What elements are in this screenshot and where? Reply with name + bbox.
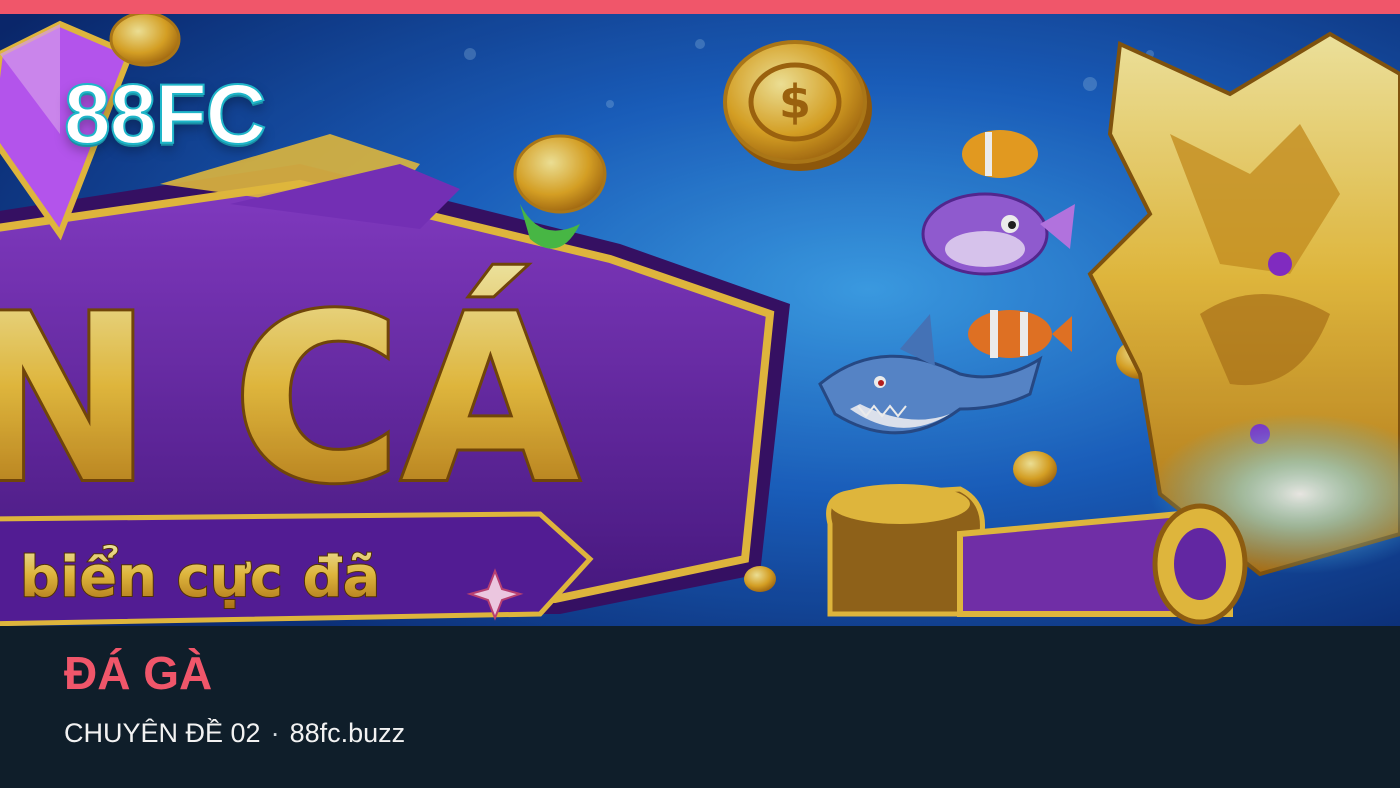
meta-separator: · (270, 718, 280, 748)
hero-banner[interactable]: N CÁ biển cực đã $ 88FC (0, 14, 1400, 626)
footer-panel: ĐÁ GÀ CHUYÊN ĐỀ 02 · 88fc.buzz (0, 626, 1400, 788)
brand-logo[interactable]: 88FC (63, 71, 267, 157)
domain-link[interactable]: 88fc.buzz (290, 718, 406, 748)
footer-meta: CHUYÊN ĐỀ 02 · 88fc.buzz (64, 720, 405, 747)
page-title: ĐÁ GÀ (64, 647, 213, 699)
topic-label: CHUYÊN ĐỀ 02 (64, 718, 261, 748)
top-accent-bar (0, 0, 1400, 14)
